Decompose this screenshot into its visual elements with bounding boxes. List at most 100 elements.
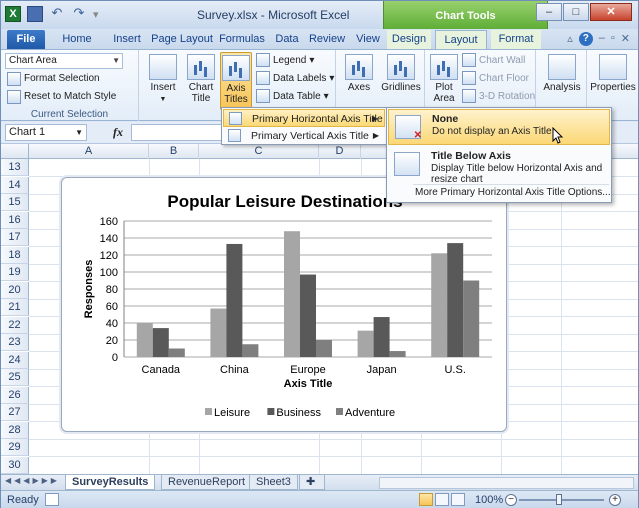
tab-file[interactable]: File: [7, 30, 45, 49]
collapse-ribbon-icon[interactable]: ▵: [567, 32, 573, 46]
bar-adventure-europe: [316, 340, 332, 357]
horizontal-axis-title-submenu: None Do not display an Axis Title Title …: [386, 107, 612, 203]
row-header-23[interactable]: 23: [1, 334, 29, 351]
gridlines-button[interactable]: Gridlines: [379, 52, 423, 93]
data-table-label: Data Table: [273, 90, 321, 102]
excel-icon[interactable]: X: [5, 6, 21, 22]
insert-label: Insert: [150, 82, 176, 93]
tab-insert[interactable]: Insert: [105, 30, 149, 49]
data-labels-button[interactable]: Data Labels ▾: [256, 70, 334, 86]
tab-page-layout[interactable]: Page Layout: [151, 30, 213, 49]
properties-label: Properties: [590, 82, 636, 93]
zoom-level[interactable]: 100%: [475, 494, 503, 506]
row-header-27[interactable]: 27: [1, 404, 29, 421]
quick-access-toolbar: X ↶ ↷ ▾: [5, 6, 99, 22]
formula-input[interactable]: [131, 124, 225, 141]
chart-floor-button[interactable]: Chart Floor: [462, 70, 529, 86]
maximize-button[interactable]: □: [563, 3, 589, 21]
data-table-button[interactable]: Data Table ▾: [256, 88, 329, 104]
page-layout-view-icon[interactable]: [435, 493, 449, 506]
name-box[interactable]: Chart 1 ▼: [5, 124, 87, 141]
help-icon[interactable]: ?: [578, 32, 593, 46]
y-tick-label: 20: [106, 335, 118, 347]
insert-worksheet-icon[interactable]: ✚: [299, 475, 325, 490]
format-selection-button[interactable]: Format Selection: [7, 71, 100, 87]
insert-button[interactable]: Insert ▼: [146, 52, 180, 105]
option-none[interactable]: None Do not display an Axis Title: [388, 109, 610, 145]
tab-review[interactable]: Review: [305, 30, 349, 49]
undo-icon[interactable]: ↶: [49, 6, 65, 22]
tab-view[interactable]: View: [351, 30, 385, 49]
3d-rotation-button[interactable]: 3-D Rotation: [462, 88, 535, 104]
zoom-in-button[interactable]: +: [609, 494, 621, 506]
zoom-slider-thumb[interactable]: [556, 494, 562, 505]
chart-floor-label: Chart Floor: [479, 72, 530, 84]
data-table-icon: [256, 89, 270, 103]
macro-record-icon[interactable]: [45, 493, 59, 506]
tab-data[interactable]: Data: [271, 30, 303, 49]
analysis-label: Analysis: [543, 82, 581, 93]
normal-view-icon[interactable]: [419, 493, 433, 506]
row-header-28[interactable]: 28: [1, 421, 29, 439]
chart-wall-button[interactable]: Chart Wall: [462, 52, 525, 68]
doc-close-icon[interactable]: ✕: [621, 32, 630, 46]
row-header-13[interactable]: 13: [1, 159, 29, 176]
tab-layout[interactable]: Layout: [435, 30, 487, 49]
save-icon[interactable]: [27, 6, 43, 22]
tab-formulas[interactable]: Formulas: [215, 30, 269, 49]
bar-leisure-us: [431, 253, 448, 357]
sheet-tab-sheet3[interactable]: Sheet3: [249, 475, 298, 490]
column-header-c[interactable]: C: [199, 144, 319, 159]
option-title-below-axis[interactable]: Title Below Axis Display Title below Hor…: [388, 147, 610, 185]
row-header-14[interactable]: 14: [1, 176, 29, 194]
tab-format[interactable]: Format: [491, 30, 541, 49]
reset-to-match-style-button[interactable]: Reset to Match Style: [7, 89, 116, 105]
more-axis-title-options[interactable]: More Primary Horizontal Axis Title Optio…: [415, 187, 611, 198]
chart-title-button[interactable]: Chart Title: [184, 52, 218, 104]
row-header-20[interactable]: 20: [1, 281, 29, 299]
zoom-out-button[interactable]: −: [505, 494, 517, 506]
properties-button[interactable]: Properties: [590, 52, 636, 93]
row-header-25[interactable]: 25: [1, 369, 29, 386]
sheet-tab-revenuereport[interactable]: RevenueReport: [161, 475, 253, 490]
chart-floor-icon: [462, 71, 476, 85]
horizontal-scrollbar[interactable]: [379, 477, 634, 489]
close-button[interactable]: ✕: [590, 3, 632, 21]
insert-function-icon[interactable]: fx: [113, 125, 123, 140]
horizontal-axis-title-icon: [229, 112, 242, 125]
row-header-21[interactable]: 21: [1, 299, 29, 316]
chart-object[interactable]: Popular Leisure Destinations 0 20 40 60 80 10…: [61, 177, 507, 432]
chart-elements-dropdown[interactable]: Chart Area ▼: [5, 53, 123, 69]
axes-button[interactable]: Axes: [341, 52, 377, 93]
row-header-15[interactable]: 15: [1, 194, 29, 211]
row-header-26[interactable]: 26: [1, 386, 29, 404]
tab-home[interactable]: Home: [51, 30, 103, 49]
doc-minimize-icon[interactable]: –: [599, 32, 605, 46]
row-header-17[interactable]: 17: [1, 229, 29, 246]
column-header-d[interactable]: D: [319, 144, 361, 159]
tab-design[interactable]: Design: [387, 30, 431, 49]
redo-icon[interactable]: ↷: [71, 6, 87, 22]
sheet-nav-buttons[interactable]: ◀◀◀▶▶▶: [5, 476, 60, 485]
row-header-24[interactable]: 24: [1, 351, 29, 369]
select-all-corner[interactable]: [1, 144, 29, 159]
row-header-16[interactable]: 16: [1, 211, 29, 229]
row-header-19[interactable]: 19: [1, 264, 29, 281]
menu-item-primary-vertical-axis-title[interactable]: Primary Vertical Axis Title ▶: [223, 127, 385, 145]
minimize-button[interactable]: –: [536, 3, 562, 21]
customize-qat-icon[interactable]: ▾: [93, 8, 99, 21]
plot-area-button[interactable]: Plot Area: [428, 52, 460, 104]
axis-titles-button[interactable]: Axis Titles: [220, 52, 252, 110]
row-header-22[interactable]: 22: [1, 316, 29, 334]
row-header-29[interactable]: 29: [1, 439, 29, 456]
row-header-30[interactable]: 30: [1, 456, 29, 474]
legend-button[interactable]: Legend ▾: [256, 52, 314, 68]
page-break-view-icon[interactable]: [451, 493, 465, 506]
menu-item-primary-horizontal-axis-title[interactable]: Primary Horizontal Axis Title ▶: [223, 109, 385, 127]
row-header-18[interactable]: 18: [1, 246, 29, 264]
column-header-a[interactable]: A: [29, 144, 149, 159]
column-header-b[interactable]: B: [149, 144, 199, 159]
sheet-tab-surveyresults[interactable]: SurveyResults: [65, 475, 156, 490]
analysis-button[interactable]: Analysis: [539, 52, 585, 93]
doc-restore-icon[interactable]: ▫: [611, 32, 615, 46]
